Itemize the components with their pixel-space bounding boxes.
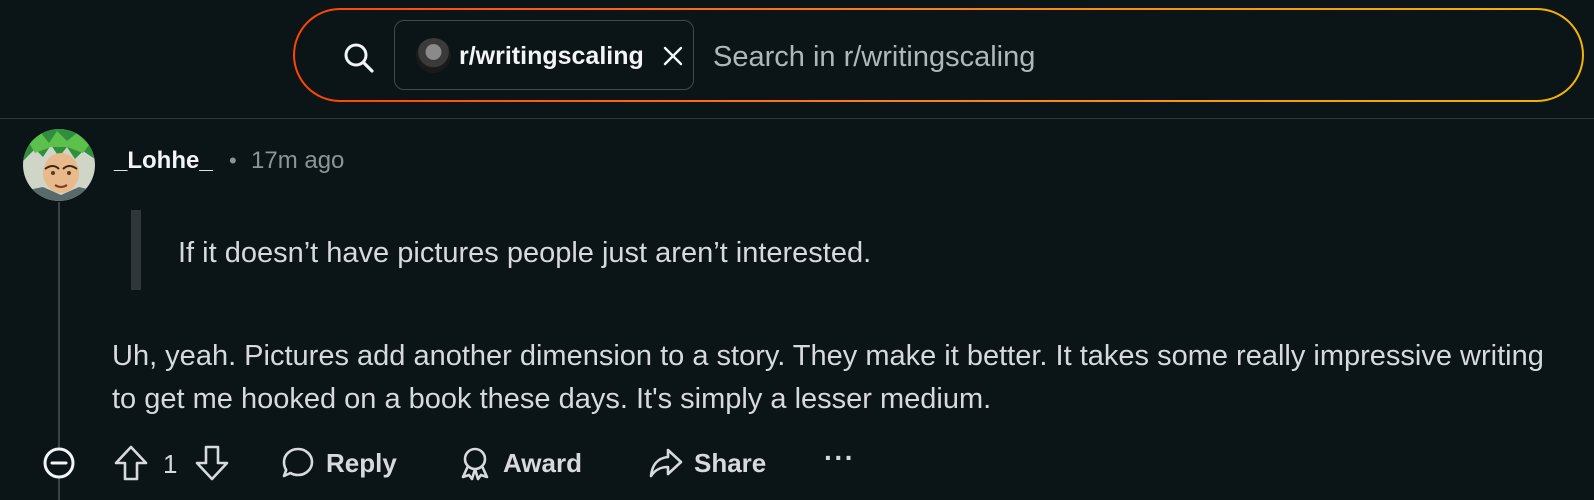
comment-body: Uh, yeah. Pictures add another dimension… <box>112 340 1544 415</box>
thread-line[interactable] <box>58 202 60 448</box>
reply-button[interactable]: Reply <box>280 442 397 484</box>
meta-separator: • <box>229 148 237 173</box>
share-label: Share <box>694 447 767 478</box>
comment-timestamp[interactable]: 17m ago <box>251 147 344 175</box>
comment-author[interactable]: _Lohhe_ <box>114 147 213 175</box>
vote-count: 1 <box>163 449 178 479</box>
blockquote-text: If it doesn’t have pictures people just … <box>178 237 872 269</box>
comment-action-bar: 1 Reply Award Share ··· <box>0 430 1594 496</box>
search-bar-inner: r/writingscaling Search in r/writingscal… <box>295 10 1582 100</box>
community-avatar <box>416 38 451 73</box>
award-button[interactable]: Award <box>457 442 582 484</box>
downvote-icon[interactable] <box>194 444 230 482</box>
avatar-image <box>23 129 95 201</box>
community-filter-chip[interactable]: r/writingscaling <box>394 20 694 90</box>
share-arrow-icon <box>649 448 683 478</box>
search-bar[interactable]: r/writingscaling Search in r/writingscal… <box>293 8 1584 102</box>
award-icon <box>461 447 489 481</box>
search-icon <box>344 43 374 73</box>
avatar[interactable] <box>23 129 95 201</box>
more-options-icon[interactable]: ··· <box>824 442 855 474</box>
share-button[interactable]: Share <box>648 442 766 484</box>
blockquote-bar <box>131 210 141 290</box>
upvote-icon[interactable] <box>113 444 149 482</box>
search-input[interactable]: Search in r/writingscaling <box>713 41 1035 74</box>
community-chip-label: r/writingscaling <box>459 42 644 70</box>
close-icon[interactable] <box>662 45 684 67</box>
collapse-thread-icon[interactable] <box>42 446 76 480</box>
award-label: Award <box>503 447 582 478</box>
reply-label: Reply <box>326 447 397 478</box>
top-bar: r/writingscaling Search in r/writingscal… <box>0 0 1594 119</box>
comment-bubble-icon <box>282 447 314 478</box>
